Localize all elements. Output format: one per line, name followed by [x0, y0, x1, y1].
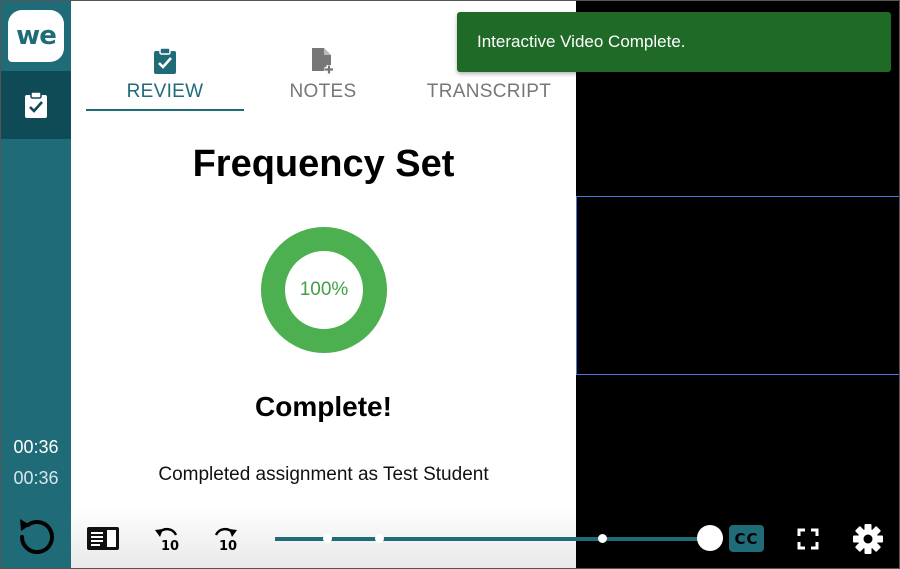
tab-notes-label: NOTES [289, 81, 357, 102]
fullscreen-button[interactable] [795, 526, 821, 552]
left-rail: we 00:36 00:36 [1, 1, 71, 568]
tab-review-label: REVIEW [126, 81, 204, 102]
toast-notification: Interactive Video Complete. [457, 12, 891, 72]
logo-badge: we [8, 10, 64, 62]
completion-status: Complete! [255, 391, 392, 422]
gear-icon [853, 524, 883, 554]
total-duration: 00:36 [13, 468, 59, 488]
note-add-icon [312, 48, 334, 74]
rewind-10-button[interactable]: 10 [151, 523, 181, 553]
toggle-panel-button[interactable] [85, 525, 121, 552]
captions-button[interactable]: CC [729, 525, 764, 552]
progress-percent: 100% [299, 279, 349, 300]
tab-transcript-label: TRANSCRIPT [426, 81, 552, 102]
seek-handle[interactable] [697, 525, 723, 551]
settings-button[interactable] [851, 522, 885, 556]
clipboard-check-icon [25, 91, 47, 118]
rewind-10-icon: 10 [155, 528, 179, 552]
tab-review[interactable]: REVIEW [86, 45, 244, 111]
forward-seconds: 10 [219, 539, 237, 552]
assignment-title: Frequency Set [192, 143, 455, 185]
tab-notes[interactable]: NOTES [244, 45, 402, 111]
seek-bar[interactable] [275, 537, 711, 541]
player-window: we 00:36 00:36 REVIEW NOTES TRANSCRIPT F… [0, 0, 900, 569]
video-viewport[interactable] [576, 196, 899, 375]
completion-message: Completed assignment as Test Student [158, 464, 489, 485]
player-controls: 10 10 CC [71, 506, 899, 568]
logo-text: we [16, 21, 57, 51]
app-logo: we [1, 1, 71, 71]
review-panel: REVIEW NOTES TRANSCRIPT Frequency Set 10… [71, 1, 576, 568]
replay-icon [20, 519, 54, 554]
sidebar-toggle-icon [87, 527, 119, 550]
forward-10-icon: 10 [214, 528, 237, 552]
rail-tab-review[interactable] [1, 71, 71, 139]
seek-marker[interactable] [597, 534, 607, 543]
clipboard-check-icon [154, 47, 176, 74]
replay-button[interactable] [15, 513, 57, 557]
toast-message: Interactive Video Complete. [477, 32, 686, 51]
fullscreen-icon [797, 528, 819, 550]
current-time: 00:36 [13, 437, 59, 457]
seek-marker[interactable] [322, 534, 332, 543]
forward-10-button[interactable]: 10 [211, 523, 241, 553]
rewind-seconds: 10 [161, 539, 179, 552]
